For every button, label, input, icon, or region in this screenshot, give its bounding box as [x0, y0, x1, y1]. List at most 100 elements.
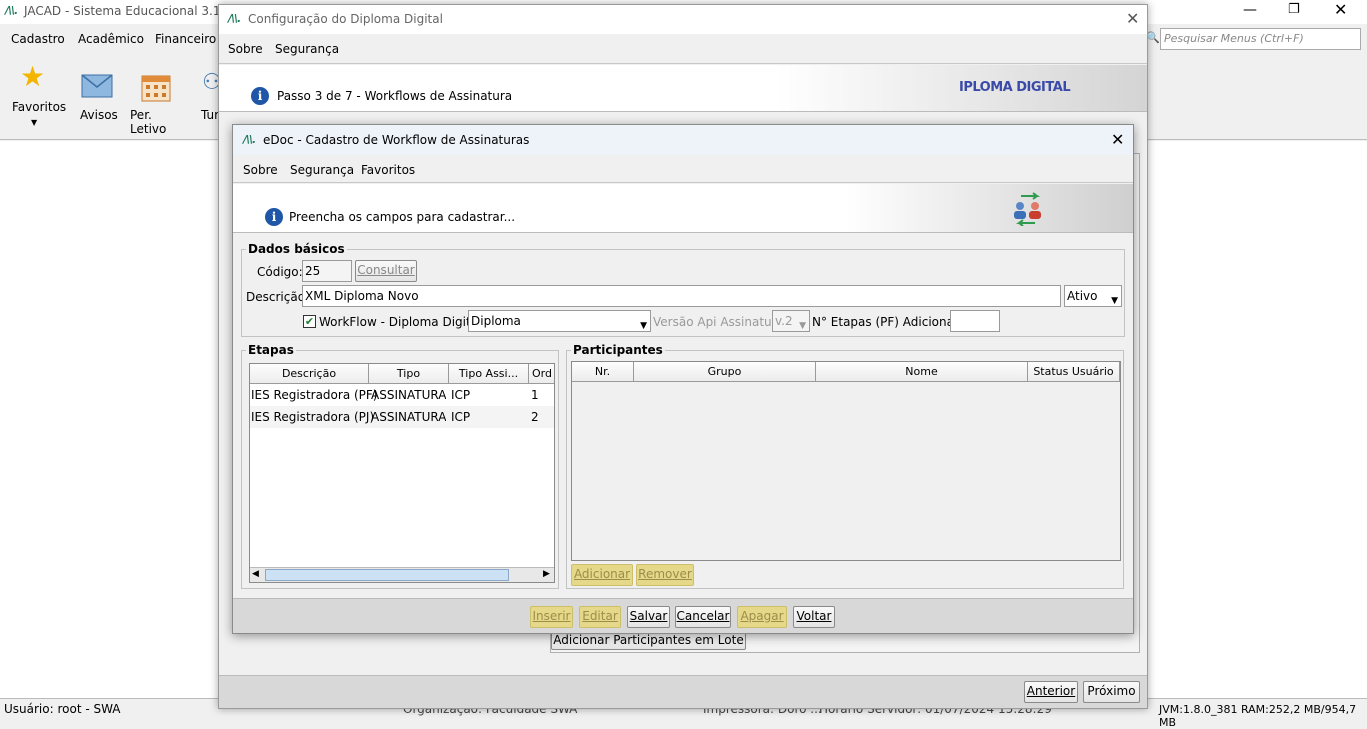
status-select[interactable]: Ativo ▼ — [1064, 285, 1122, 307]
participants-group: Participantes Nr. Grupo Nome Status Usuá… — [566, 343, 1124, 589]
edoc-close-icon[interactable]: ✕ — [1111, 130, 1124, 149]
toolbar-favoritos[interactable]: ★ Favoritos ▼ — [8, 60, 67, 130]
description-label: Descrição: — [246, 290, 310, 304]
delete-button-label: Apagar — [740, 609, 784, 623]
back-button[interactable]: Voltar — [793, 606, 835, 628]
calendar-icon — [141, 75, 171, 102]
close-icon[interactable]: ✕ — [1334, 0, 1347, 19]
code-input[interactable]: 25 — [302, 260, 352, 282]
stages-col-desc[interactable]: Descrição — [250, 364, 369, 384]
back-button-label: Voltar — [796, 609, 832, 623]
stage-desc: IES Registradora (PF) — [251, 388, 378, 402]
diploma-menu-sobre[interactable]: Sobre — [228, 42, 263, 56]
code-value: 25 — [305, 264, 321, 278]
workflow-type-select[interactable]: Diploma ▼ — [468, 310, 651, 332]
diploma-menu-seguranca[interactable]: Segurança — [275, 42, 339, 56]
add-participants-batch-label: Adicionar Participantes em Lote — [553, 633, 744, 647]
edoc-menubar: Sobre Segurança Favoritos — [233, 155, 1133, 183]
menu-financeiro[interactable]: Financeiro — [155, 32, 216, 46]
workflow-checkbox[interactable]: ✔ — [303, 315, 316, 328]
insert-button-label: Inserir — [532, 609, 571, 623]
restore-icon[interactable]: ❐ — [1288, 2, 1300, 17]
dropdown-arrow-icon: ▼ — [31, 118, 38, 127]
scroll-thumb[interactable] — [265, 569, 509, 581]
diploma-close-icon[interactable]: ✕ — [1126, 9, 1139, 28]
edoc-info-icon: i — [265, 208, 283, 226]
edoc-titlebar: /\\. eDoc - Cadastro de Workflow de Assi… — [233, 125, 1133, 155]
toolbar-per-letivo[interactable]: Per. Letivo — [128, 62, 190, 136]
next-button[interactable]: Próximo — [1083, 681, 1140, 703]
toolbar-favoritos-label: Favoritos — [12, 100, 67, 114]
toolbar-turmas[interactable]: ⚇ Tur — [196, 62, 220, 126]
status-value: Ativo — [1067, 289, 1098, 303]
stages-input[interactable] — [950, 310, 1000, 332]
scroll-right-icon[interactable]: ▶ — [543, 569, 550, 579]
minimize-icon[interactable]: — — [1243, 2, 1257, 18]
stages-col-type[interactable]: Tipo — [369, 364, 449, 384]
edit-button-label: Editar — [582, 609, 618, 623]
diploma-titlebar: /\\. Configuração do Diploma Digital ✕ — [219, 5, 1147, 34]
status-user: Usuário: root - SWA — [4, 702, 121, 716]
toolbar-avisos[interactable]: Avisos — [76, 62, 120, 126]
stages-table: Descrição Tipo Tipo Assi... Ord IES Regi… — [249, 363, 555, 583]
search-menus-input[interactable]: Pesquisar Menus (Ctrl+F) — [1160, 28, 1361, 50]
toolbar-avisos-label: Avisos — [80, 108, 118, 122]
add-participant-label: Adicionar — [573, 567, 631, 581]
edoc-info-text: Preencha os campos para cadastrar... — [289, 210, 516, 224]
menu-cadastro[interactable]: Cadastro — [11, 32, 65, 46]
diploma-menubar: Sobre Segurança — [219, 34, 1147, 64]
previous-button-label: Anterior — [1026, 684, 1076, 698]
basic-data-legend: Dados básicos — [246, 242, 347, 256]
save-button[interactable]: Salvar — [627, 606, 670, 628]
description-value: XML Diploma Novo — [305, 289, 419, 303]
participants-table: Nr. Grupo Nome Status Usuário — [571, 361, 1121, 561]
add-participant-button[interactable]: Adicionar — [571, 564, 633, 586]
edoc-menu-favoritos[interactable]: Favoritos — [361, 163, 415, 177]
insert-button[interactable]: Inserir — [530, 606, 573, 628]
star-icon: ★ — [20, 60, 46, 93]
scroll-left-icon[interactable]: ◀ — [252, 569, 259, 579]
chevron-down-icon: ▼ — [799, 321, 806, 331]
edoc-menu-sobre[interactable]: Sobre — [243, 163, 278, 177]
api-version-value: v.2 — [775, 314, 793, 328]
stage-order: 2 — [531, 410, 539, 424]
workflow-type-value: Diploma — [471, 314, 521, 328]
edoc-menu-seguranca[interactable]: Segurança — [290, 163, 354, 177]
stage-desc: IES Registradora (PJ) — [251, 410, 375, 424]
stage-sign-type: ICP — [451, 410, 471, 424]
edoc-window-title: eDoc - Cadastro de Workflow de Assinatur… — [263, 133, 530, 147]
diploma-step-label: Passo 3 de 7 - Workflows de Assinatura — [277, 89, 513, 103]
participants-col-nr[interactable]: Nr. — [572, 362, 634, 382]
participants-col-name[interactable]: Nome — [816, 362, 1028, 382]
horizontal-scrollbar[interactable]: ◀ ▶ — [250, 567, 554, 582]
workflow-checkbox-label: WorkFlow - Diploma Digital — [319, 315, 482, 329]
stage-type: ASSINATURA — [371, 410, 447, 424]
cancel-button[interactable]: Cancelar — [675, 606, 731, 628]
participants-col-group[interactable]: Grupo — [634, 362, 816, 382]
chevron-down-icon: ▼ — [1111, 296, 1118, 306]
basic-data-group: Dados básicos Código: 25 Consultar Descr… — [241, 242, 1125, 337]
next-button-label: Próximo — [1087, 684, 1136, 698]
workflow-users-icon — [1014, 192, 1041, 226]
previous-button[interactable]: Anterior — [1024, 681, 1078, 703]
edoc-button-bar: Inserir Editar Salvar Cancelar Apagar Vo… — [233, 598, 1133, 633]
participants-col-status[interactable]: Status Usuário — [1028, 362, 1120, 382]
table-row[interactable]: IES Registradora (PF) ASSINATURA ICP 1 — [250, 384, 554, 406]
delete-button[interactable]: Apagar — [737, 606, 787, 628]
edit-button[interactable]: Editar — [579, 606, 621, 628]
table-row[interactable]: IES Registradora (PJ) ASSINATURA ICP 2 — [250, 406, 554, 428]
add-participants-batch-button[interactable]: Adicionar Participantes em Lote — [551, 632, 746, 650]
consult-button[interactable]: Consultar — [355, 260, 417, 282]
menu-academico[interactable]: Acadêmico — [78, 32, 144, 46]
api-version-select[interactable]: v.2 ▼ — [772, 310, 810, 332]
stages-col-sign-type[interactable]: Tipo Assi... — [449, 364, 529, 384]
main-window-title: JACAD - Sistema Educacional 3.1.54 — [24, 4, 240, 18]
diploma-footer: Anterior Próximo — [219, 675, 1147, 708]
stages-legend: Etapas — [246, 343, 296, 357]
save-button-label: Salvar — [629, 609, 668, 623]
consult-button-label: Consultar — [357, 263, 415, 277]
remove-participant-button[interactable]: Remover — [636, 564, 694, 586]
stages-col-order[interactable]: Ord — [529, 364, 554, 384]
search-icon: 🔍 — [1146, 31, 1160, 44]
description-input[interactable]: XML Diploma Novo — [302, 285, 1061, 307]
